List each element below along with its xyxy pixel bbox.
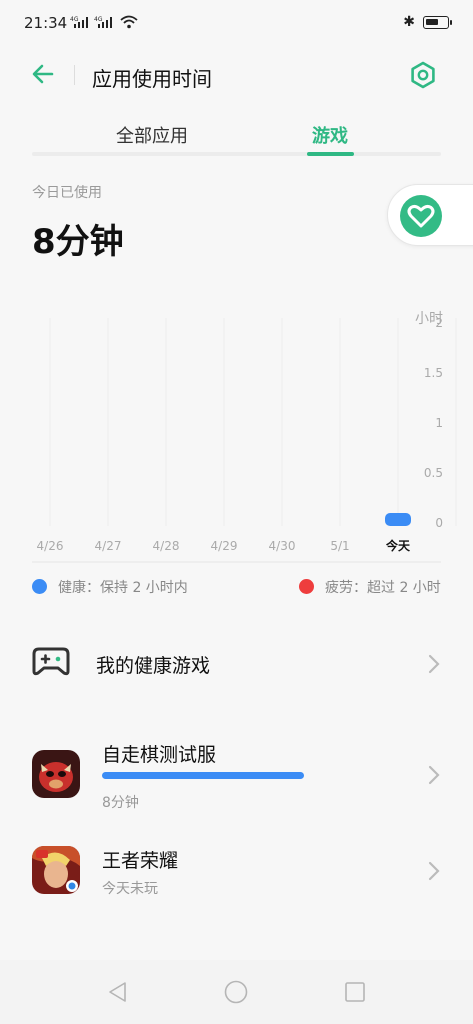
gamepad-icon (32, 647, 70, 676)
heart-icon (407, 204, 435, 228)
nav-home-icon[interactable] (224, 980, 248, 1004)
x-tick-label: 4/28 (153, 539, 180, 553)
app-header: 应用使用时间 (0, 55, 473, 95)
usage-chart-svg: 小时21.510.504/26 4/27 4/28 4/29 4/30 5/1 今天 (32, 311, 457, 563)
wifi-icon (120, 15, 138, 29)
tab-games[interactable]: 游戏 (312, 122, 348, 148)
network-type-2: 4G (94, 16, 103, 23)
cellular-signal-icon: 4G (94, 16, 112, 28)
chart-legend: 健康：保持 2 小时内 疲劳：超过 2 小时 (0, 576, 473, 600)
settings-icon[interactable] (409, 61, 437, 89)
app-icon-zizouqi (32, 750, 80, 798)
legend-dot-fatigue (299, 579, 314, 594)
y-tick-label: 1 (435, 416, 443, 430)
usage-value: 8分钟 (32, 222, 124, 262)
header-divider (74, 65, 75, 85)
health-mode-button[interactable] (387, 184, 473, 246)
chevron-right-icon (428, 654, 440, 674)
app-usage-time: 今天未玩 (102, 881, 158, 897)
x-tick-label: 4/29 (211, 539, 238, 553)
usage-progress-bar (102, 772, 304, 779)
system-nav-bar (0, 960, 473, 1024)
legend-healthy-label: 健康：保持 2 小时内 (58, 580, 188, 596)
y-tick-label: 2 (435, 316, 443, 330)
chevron-right-icon (428, 765, 440, 785)
chevron-right-icon (428, 861, 440, 881)
health-badge (400, 195, 442, 237)
network-type-1: 4G (70, 16, 79, 23)
chart-bar (385, 513, 411, 526)
app-icon-wangzhe (32, 846, 80, 894)
tab-bar: 全部应用 游戏 (32, 118, 441, 158)
cellular-signal-icon: 4G (70, 16, 88, 28)
x-tick-label: 4/27 (95, 539, 122, 553)
my-healthy-games-label: 我的健康游戏 (96, 655, 211, 677)
back-arrow-icon[interactable] (30, 61, 56, 87)
tab-all-apps[interactable]: 全部应用 (116, 122, 188, 148)
app-row-zizouqi[interactable]: 自走棋测试服 8分钟 (0, 728, 473, 818)
app-usage-time: 8分钟 (102, 795, 139, 811)
x-tick-label: 4/30 (269, 539, 296, 553)
status-time: 21:34 (24, 14, 68, 32)
bluetooth-icon: ✱ (403, 14, 415, 30)
my-healthy-games-row[interactable]: 我的健康游戏 (0, 635, 473, 693)
y-tick-label: 1.5 (424, 366, 443, 380)
tab-track (32, 152, 441, 156)
x-tick-label: 今天 (385, 538, 411, 553)
legend-fatigue-label: 疲劳：超过 2 小时 (325, 580, 441, 596)
app-row-wangzhe[interactable]: 王者荣耀 今天未玩 (0, 836, 473, 926)
x-tick-label: 4/26 (37, 539, 64, 553)
y-tick-label: 0 (435, 516, 443, 530)
x-tick-label: 5/1 (330, 539, 349, 553)
y-tick-label: 0.5 (424, 466, 443, 480)
page-title: 应用使用时间 (92, 67, 212, 91)
status-bar: 21:34 4G 4G ✱ (0, 0, 473, 44)
usage-chart: 小时 2 1.5 1 0.5 0 4/26 4/27 4/28 4/29 4/30 5/1 今天 (0, 300, 473, 570)
app-name: 自走棋测试服 (102, 744, 217, 766)
nav-back-icon[interactable] (106, 980, 130, 1004)
app-name: 王者荣耀 (102, 850, 179, 872)
nav-recents-icon[interactable] (343, 980, 367, 1004)
usage-label: 今日已使用 (32, 185, 102, 201)
battery-icon (423, 16, 452, 29)
tab-active-indicator (307, 152, 354, 156)
legend-dot-healthy (32, 579, 47, 594)
